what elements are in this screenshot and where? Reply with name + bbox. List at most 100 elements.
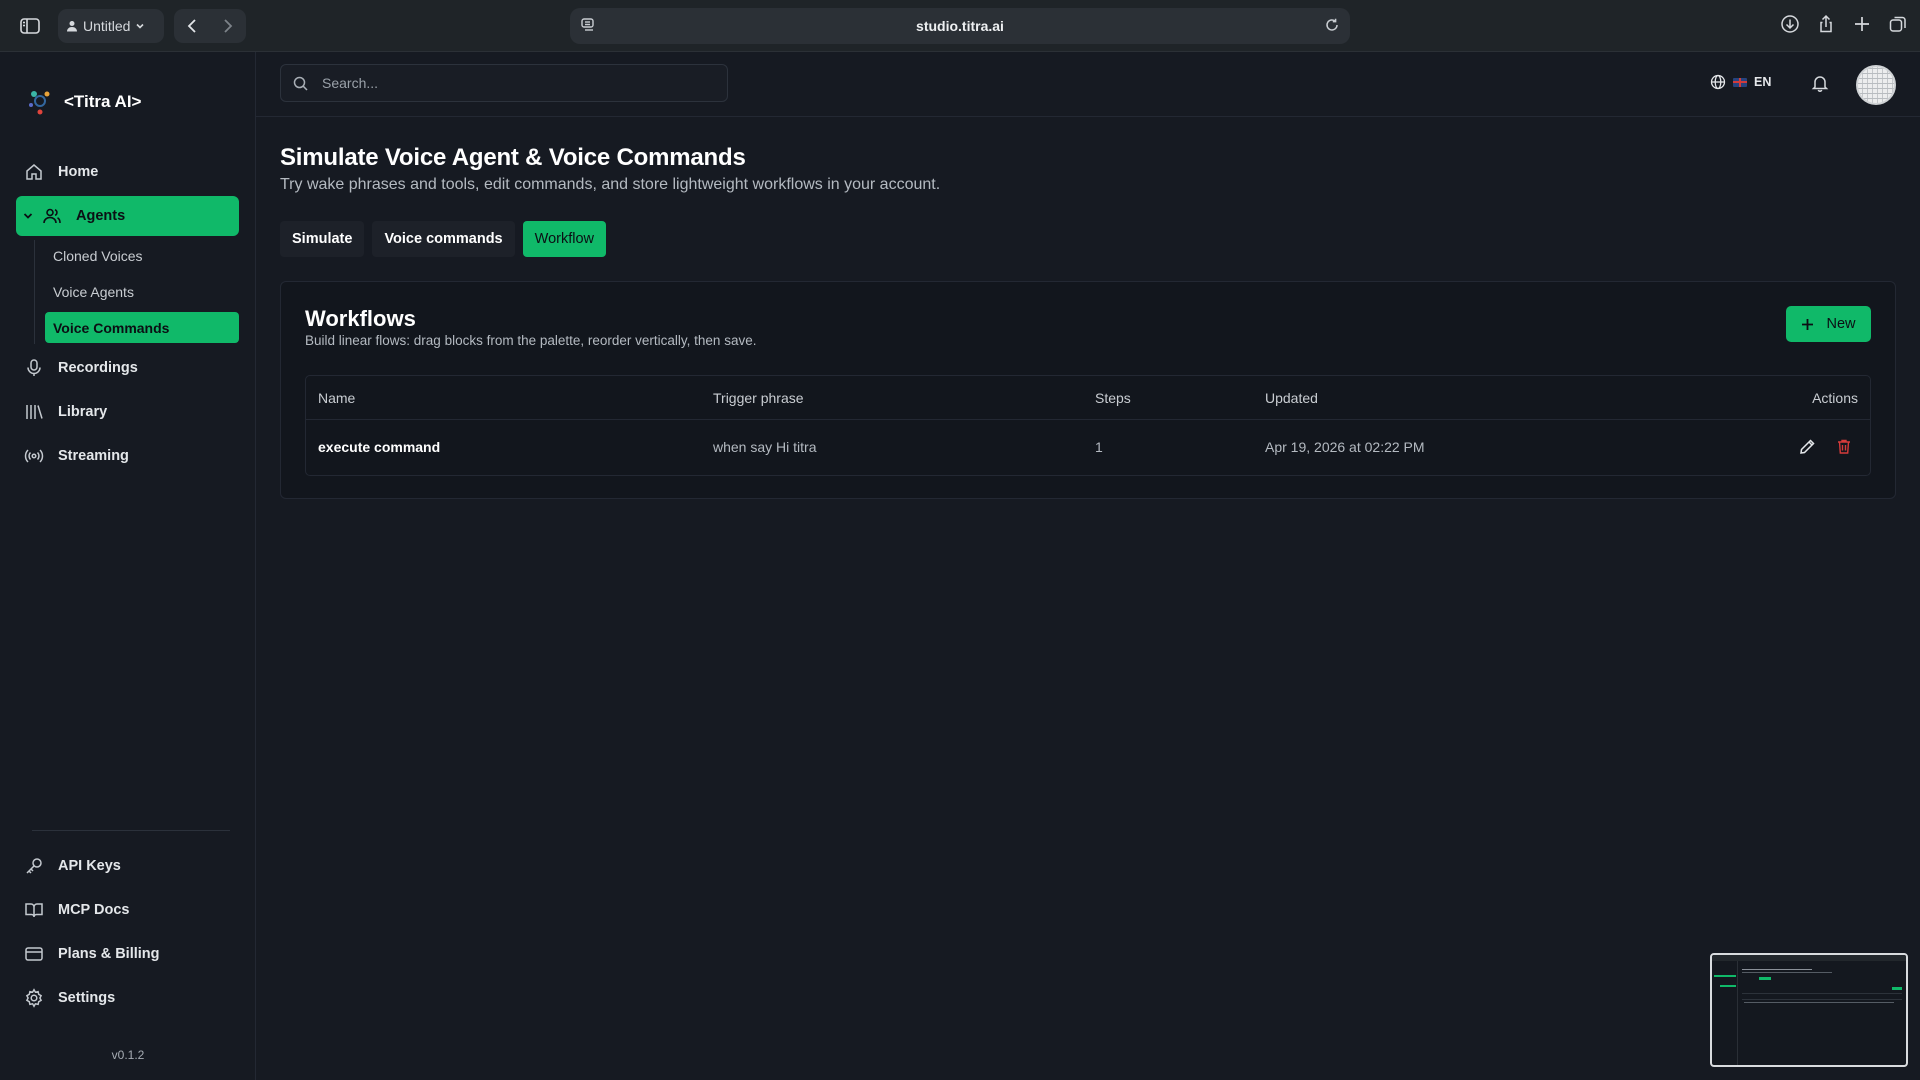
globe-icon bbox=[1710, 74, 1726, 90]
sidebar-icon bbox=[20, 18, 40, 34]
browser-actions bbox=[1780, 14, 1908, 34]
table-row[interactable]: execute command when say Hi titra 1 Apr … bbox=[306, 420, 1870, 475]
page-subtitle: Try wake phrases and tools, edit command… bbox=[280, 176, 941, 193]
logo-icon bbox=[29, 91, 50, 115]
column-header-updated: Updated bbox=[1265, 390, 1318, 406]
thumbnail-line bbox=[1742, 993, 1902, 994]
sidebar-item-agents[interactable]: Agents bbox=[16, 196, 239, 236]
thumbnail-line bbox=[1742, 969, 1812, 970]
submenu-guide bbox=[34, 240, 35, 344]
thumbnail-line bbox=[1742, 999, 1902, 1000]
sidebar-toggle-button[interactable] bbox=[10, 9, 50, 43]
chevron-down-icon bbox=[136, 23, 145, 29]
sidebar-item-plans-billing[interactable]: Plans & Billing bbox=[16, 934, 239, 974]
sidebar-item-mcp-docs[interactable]: MCP Docs bbox=[16, 890, 239, 930]
pencil-icon bbox=[1800, 439, 1815, 454]
workflow-name: execute command bbox=[318, 439, 441, 455]
url-text: studio.titra.ai bbox=[916, 18, 1004, 34]
sidebar-item-label: Home bbox=[58, 164, 99, 180]
tab-overview-icon[interactable] bbox=[1888, 14, 1908, 34]
browser-toolbar: Untitled studio.titra.ai bbox=[0, 0, 1920, 52]
thumbnail-accent bbox=[1759, 977, 1771, 980]
sidebar: <Titra AI> Home Agents Cloned Voices Voi… bbox=[0, 52, 256, 1080]
edit-workflow-button[interactable] bbox=[1799, 438, 1816, 455]
search-input[interactable] bbox=[320, 74, 700, 92]
sidebar-subitem-voice-agents[interactable]: Voice Agents bbox=[45, 276, 239, 307]
gear-icon bbox=[25, 988, 43, 1008]
language-code: EN bbox=[1754, 75, 1772, 89]
workflows-card: Workflows Build linear flows: drag block… bbox=[280, 281, 1896, 499]
users-icon bbox=[43, 208, 61, 224]
column-header-actions: Actions bbox=[1812, 390, 1858, 406]
bell-icon bbox=[1811, 76, 1829, 92]
download-icon[interactable] bbox=[1780, 14, 1800, 34]
key-icon bbox=[26, 858, 42, 874]
thumbnail-toolbar bbox=[1712, 955, 1906, 961]
plus-icon bbox=[1802, 318, 1814, 330]
uk-flag-icon bbox=[1733, 77, 1747, 87]
history-nav bbox=[174, 9, 246, 43]
sidebar-item-label: Streaming bbox=[58, 448, 129, 464]
sidebar-item-label: Settings bbox=[58, 990, 116, 1006]
reload-icon[interactable] bbox=[1324, 17, 1340, 33]
tab-workflow[interactable]: Workflow bbox=[522, 221, 606, 257]
thumbnail-accent bbox=[1892, 987, 1902, 990]
new-workflow-button[interactable]: New bbox=[1786, 306, 1871, 342]
microphone-icon bbox=[27, 359, 41, 376]
window-thumbnail[interactable] bbox=[1710, 953, 1908, 1067]
tab-voice-commands[interactable]: Voice commands bbox=[372, 221, 515, 257]
broadcast-icon bbox=[24, 449, 44, 463]
credit-card-icon bbox=[25, 947, 43, 961]
forward-icon[interactable] bbox=[222, 18, 234, 34]
brand[interactable]: <Titra AI> bbox=[24, 86, 141, 118]
page-tabs: Simulate Voice commands Workflow bbox=[280, 221, 606, 257]
search-box bbox=[280, 64, 728, 102]
sidebar-item-label: API Keys bbox=[58, 858, 121, 874]
column-header-name: Name bbox=[318, 390, 356, 406]
workflows-table: Name Trigger phrase Steps Updated Action… bbox=[305, 375, 1871, 476]
sidebar-item-label: Agents bbox=[76, 208, 126, 224]
book-icon bbox=[25, 903, 43, 918]
sidebar-item-recordings[interactable]: Recordings bbox=[16, 348, 239, 388]
thumbnail-line bbox=[1744, 1002, 1894, 1003]
workflow-updated: Apr 19, 2026 at 02:22 PM bbox=[1265, 439, 1425, 455]
tab-simulate[interactable]: Simulate bbox=[280, 221, 365, 257]
thumbnail-line bbox=[1742, 972, 1832, 973]
sidebar-subitem-cloned-voices[interactable]: Cloned Voices bbox=[45, 240, 239, 271]
chevron-down-icon bbox=[23, 213, 33, 219]
column-header-steps: Steps bbox=[1095, 390, 1131, 406]
sidebar-item-api-keys[interactable]: API Keys bbox=[16, 846, 239, 886]
table-header: Name Trigger phrase Steps Updated Action… bbox=[306, 376, 1870, 420]
thumbnail-accent bbox=[1714, 975, 1736, 977]
library-icon bbox=[26, 405, 43, 419]
back-icon[interactable] bbox=[186, 18, 198, 34]
sidebar-subitem-voice-commands[interactable]: Voice Commands bbox=[45, 312, 239, 343]
brand-name: <Titra AI> bbox=[64, 92, 142, 111]
search-icon bbox=[293, 76, 308, 91]
workflow-steps: 1 bbox=[1095, 439, 1103, 455]
page-settings-icon[interactable] bbox=[580, 17, 596, 33]
delete-workflow-button[interactable] bbox=[1836, 438, 1852, 455]
sidebar-item-streaming[interactable]: Streaming bbox=[16, 436, 239, 476]
sidebar-item-home[interactable]: Home bbox=[16, 152, 239, 192]
workflows-subtitle: Build linear flows: drag blocks from the… bbox=[305, 333, 757, 348]
workflows-title: Workflows bbox=[305, 306, 416, 331]
page-title: Simulate Voice Agent & Voice Commands bbox=[280, 144, 746, 171]
language-selector[interactable]: EN bbox=[1710, 74, 1771, 90]
person-icon bbox=[67, 21, 77, 32]
profile-menu-button[interactable]: Untitled bbox=[58, 9, 164, 43]
trash-icon bbox=[1838, 439, 1850, 454]
sidebar-divider bbox=[32, 830, 230, 831]
share-icon[interactable] bbox=[1816, 14, 1836, 34]
new-tab-icon[interactable] bbox=[1852, 14, 1872, 34]
sidebar-item-label: MCP Docs bbox=[58, 902, 130, 918]
workflow-trigger: when say Hi titra bbox=[713, 439, 817, 455]
home-icon bbox=[26, 164, 42, 180]
notifications-button[interactable] bbox=[1811, 74, 1829, 92]
app-version: v0.1.2 bbox=[111, 1048, 145, 1062]
sidebar-item-library[interactable]: Library bbox=[16, 392, 239, 432]
sidebar-item-settings[interactable]: Settings bbox=[16, 978, 239, 1018]
address-bar[interactable]: studio.titra.ai bbox=[570, 8, 1350, 44]
user-avatar[interactable] bbox=[1856, 65, 1896, 105]
sidebar-item-label: Plans & Billing bbox=[58, 946, 160, 962]
